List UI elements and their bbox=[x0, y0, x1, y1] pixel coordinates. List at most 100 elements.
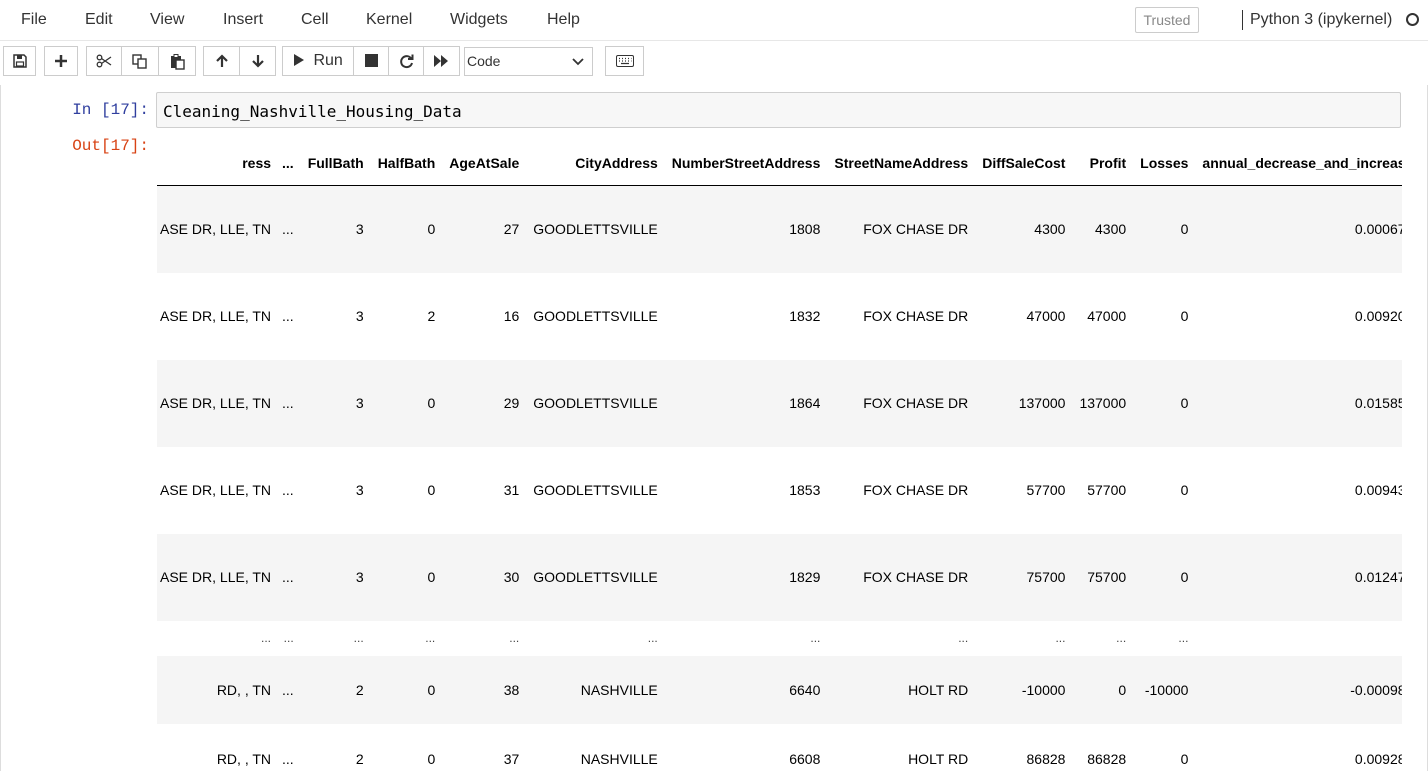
table-row: ASE DR, LLE, TN... 3 0 27 GOODLETTSVILLE 1808… bbox=[157, 185, 1402, 273]
cell-annual-change: 0.009208 bbox=[1354, 308, 1402, 324]
cell-ageatsale: 31 bbox=[503, 482, 520, 498]
output-prompt: Out[17]: bbox=[72, 137, 149, 155]
kernel-name[interactable]: Python 3 (ipykernel) bbox=[1250, 11, 1392, 29]
menu-view[interactable]: View bbox=[150, 11, 184, 29]
cell-diffsalecost: 86828 bbox=[1026, 750, 1066, 767]
col-header-address: ress bbox=[157, 141, 276, 186]
cell-halfbath: ... bbox=[425, 631, 436, 645]
cell-losses: 0 bbox=[1133, 359, 1196, 447]
cell-halfbath: 0 bbox=[370, 185, 443, 273]
code-text: Cleaning_Nashville_Housing_Data bbox=[163, 102, 462, 121]
cell-ageatsale: 16 bbox=[503, 308, 520, 324]
cell-type-select[interactable]: Code bbox=[464, 47, 593, 76]
cell-numberstreetaddress: ... bbox=[810, 631, 821, 645]
restart-button[interactable] bbox=[388, 46, 424, 76]
notebook-area: In [17]: Cleaning_Nashville_Housing_Data… bbox=[0, 85, 1428, 771]
interrupt-button[interactable] bbox=[353, 46, 389, 76]
insert-cell-button[interactable] bbox=[44, 46, 78, 76]
cell-fullbath: 3 bbox=[355, 482, 364, 498]
cell-address: RD, , TN bbox=[157, 655, 276, 724]
cell-streetnameaddress: HOLT RD bbox=[827, 655, 976, 724]
table-body: ASE DR, LLE, TN... 3 0 27 GOODLETTSVILLE 1808… bbox=[157, 185, 1402, 771]
cell-profit: 137000 bbox=[1072, 359, 1134, 447]
cell-numberstreetaddress: 1829 bbox=[664, 533, 828, 621]
cell-address: ... bbox=[261, 631, 272, 645]
cell-fullbath: 2 bbox=[355, 750, 364, 767]
menu-file[interactable]: File bbox=[21, 11, 47, 29]
save-icon bbox=[12, 54, 27, 68]
cell-halfbath: 0 bbox=[370, 655, 443, 724]
stop-icon bbox=[364, 54, 378, 67]
menu-kernel[interactable]: Kernel bbox=[366, 11, 412, 29]
cell-numberstreetaddress: 1832 bbox=[789, 308, 821, 324]
cell-losses: -10000 bbox=[1133, 655, 1196, 724]
input-prompt: In [17]: bbox=[72, 101, 149, 119]
arrow-up-icon bbox=[215, 54, 228, 67]
menu-cell[interactable]: Cell bbox=[301, 11, 329, 29]
cell-fullbath: 3 bbox=[300, 359, 371, 447]
arrow-down-icon bbox=[251, 55, 264, 68]
command-palette-button[interactable] bbox=[605, 46, 644, 76]
play-icon bbox=[294, 54, 304, 66]
cell-losses: 0 bbox=[1180, 308, 1189, 324]
cell-losses: 0 bbox=[1180, 750, 1189, 767]
cut-button[interactable] bbox=[86, 46, 122, 76]
paste-button[interactable] bbox=[158, 46, 196, 76]
cell-cityaddress: GOODLETTSVILLE bbox=[526, 533, 665, 621]
cell-annual-change: 0.012473 bbox=[1195, 533, 1402, 621]
cell-fullbath: 3 bbox=[300, 185, 371, 273]
save-button[interactable] bbox=[3, 46, 36, 76]
restart-icon bbox=[399, 54, 413, 69]
table-row: RD, , TN... 2 0 37 NASHVILLE 6608 HOLT RD 86828… bbox=[157, 724, 1402, 771]
copy-icon bbox=[132, 54, 147, 69]
cell-ellipsis: ... bbox=[282, 482, 294, 498]
cell-halfbath: 0 bbox=[370, 533, 443, 621]
cell-streetnameaddress: FOX CHASE DR bbox=[827, 185, 976, 273]
cell-cityaddress: GOODLETTSVILLE bbox=[526, 185, 665, 273]
copy-button[interactable] bbox=[121, 46, 159, 76]
fast-forward-icon bbox=[434, 55, 448, 67]
col-header-ageatsale: AgeAtSale bbox=[442, 141, 527, 186]
cell-annual-change: 0.009434 bbox=[1354, 482, 1402, 498]
table-header-row: ress ... FullBath HalfBath AgeAtSale Cit… bbox=[157, 141, 1402, 186]
cell-numberstreetaddress: 6640 bbox=[664, 655, 828, 724]
cell-profit: 86828 bbox=[1087, 750, 1127, 767]
cell-profit: 75700 bbox=[1072, 533, 1134, 621]
col-header-profit: Profit bbox=[1072, 141, 1134, 186]
dataframe-table: ress ... FullBath HalfBath AgeAtSale Cit… bbox=[157, 141, 1402, 771]
run-button[interactable]: Run bbox=[282, 46, 354, 76]
table-row: ASE DR, LLE, TN... 3 0 31 GOODLETTSVILLE 1853… bbox=[157, 447, 1402, 534]
menu-insert[interactable]: Insert bbox=[223, 11, 263, 29]
cell-ellipsis: ... bbox=[283, 631, 294, 645]
dataframe-output[interactable]: ress ... FullBath HalfBath AgeAtSale Cit… bbox=[157, 141, 1402, 771]
cell-address: RD, , TN bbox=[216, 750, 272, 767]
cell-diffsalecost: 57700 bbox=[1026, 482, 1066, 498]
table-row: .................................... bbox=[157, 621, 1402, 656]
move-down-button[interactable] bbox=[239, 46, 276, 76]
trusted-badge[interactable]: Trusted bbox=[1135, 7, 1199, 33]
cell-streetnameaddress: ... bbox=[958, 631, 969, 645]
cell-profit: 57700 bbox=[1087, 482, 1127, 498]
run-label: Run bbox=[313, 52, 343, 69]
menu-edit[interactable]: Edit bbox=[85, 11, 113, 29]
cell-ellipsis: ... bbox=[275, 185, 301, 273]
cell-streetnameaddress: FOX CHASE DR bbox=[827, 359, 976, 447]
menu-help[interactable]: Help bbox=[547, 11, 580, 29]
col-header-ellipsis: ... bbox=[275, 141, 301, 186]
cell-type-value: Code bbox=[467, 53, 501, 69]
cell-ageatsale: 30 bbox=[442, 533, 527, 621]
cell-ellipsis: ... bbox=[275, 655, 301, 724]
cell-streetnameaddress: FOX CHASE DR bbox=[827, 533, 976, 621]
menu-widgets[interactable]: Widgets bbox=[450, 11, 508, 29]
cell-fullbath: 3 bbox=[355, 308, 364, 324]
cell-numberstreetaddress: 1808 bbox=[664, 185, 828, 273]
plus-icon bbox=[55, 55, 67, 67]
cell-profit: 4300 bbox=[1072, 185, 1134, 273]
code-cell-input[interactable]: Cleaning_Nashville_Housing_Data bbox=[156, 92, 1401, 128]
cell-ellipsis: ... bbox=[282, 308, 294, 324]
cell-address: ASE DR, LLE, TN bbox=[160, 482, 272, 498]
table-row: ASE DR, LLE, TN... 3 2 16 GOODLETTSVILLE 1832… bbox=[157, 273, 1402, 360]
move-up-button[interactable] bbox=[203, 46, 240, 76]
col-header-numberstreetaddress: NumberStreetAddress bbox=[664, 141, 828, 186]
restart-run-all-button[interactable] bbox=[423, 46, 460, 76]
